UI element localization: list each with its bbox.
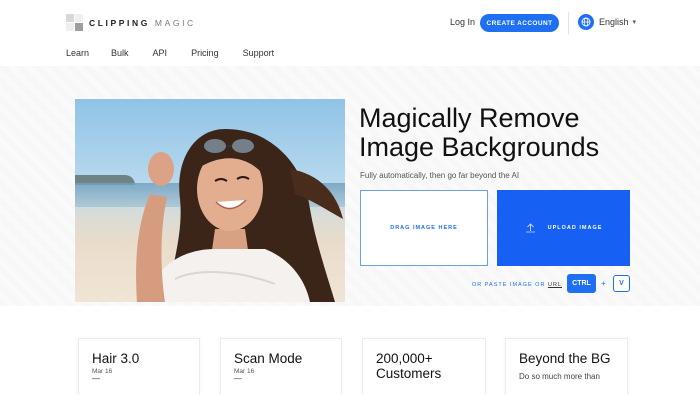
page: CLIPPING MAGIC Log In CREATE ACCOUNT Eng…	[0, 0, 700, 395]
card-dash: —	[92, 374, 100, 383]
main-nav: Learn Bulk API Pricing Support	[66, 48, 298, 58]
create-account-button[interactable]: CREATE ACCOUNT	[480, 14, 559, 32]
card-title: 200,000+ Customers	[376, 351, 442, 381]
nav-item-bulk[interactable]: Bulk	[111, 48, 129, 58]
card-date: Mar 16	[92, 368, 113, 375]
ctrl-key-badge: CTRL	[567, 274, 596, 293]
drag-image-dropzone[interactable]: DRAG IMAGE HERE	[360, 190, 488, 266]
nav-item-pricing[interactable]: Pricing	[191, 48, 219, 58]
paste-text: OR PASTE IMAGE OR	[472, 282, 546, 288]
paste-hint: OR PASTE IMAGE OR URL	[472, 282, 562, 288]
logo-name-light: MAGIC	[154, 17, 196, 28]
card-title: Scan Mode	[234, 351, 303, 366]
logo-mark-icon	[66, 14, 83, 31]
drop-label: DRAG IMAGE HERE	[390, 225, 458, 231]
news-card[interactable]: Scan Mode Mar 16 —	[220, 338, 342, 395]
card-dash: —	[234, 374, 242, 383]
language-selector[interactable]: English ▾	[578, 14, 636, 30]
upload-label: UPLOAD IMAGE	[547, 225, 603, 231]
plus-sign: +	[601, 279, 606, 288]
v-key-badge: V	[613, 275, 630, 292]
upload-arrow-icon	[525, 222, 536, 235]
login-link[interactable]: Log In	[450, 17, 475, 27]
news-card[interactable]: Hair 3.0 Mar 16 —	[78, 338, 200, 395]
card-date: Mar 16	[234, 368, 255, 375]
chevron-down-icon: ▾	[632, 19, 637, 26]
logo-text: CLIPPING MAGIC	[89, 18, 196, 28]
upload-image-button[interactable]: UPLOAD IMAGE	[497, 190, 630, 266]
logo-name-bold: CLIPPING	[89, 17, 150, 28]
card-title: Hair 3.0	[92, 351, 140, 366]
hero-subtitle: Fully automatically, then go far beyond …	[360, 171, 520, 180]
news-card[interactable]: Beyond the BG Do so much more than	[505, 338, 628, 395]
paste-url-link[interactable]: URL	[548, 282, 562, 288]
woman-illustration	[136, 129, 343, 302]
globe-icon	[578, 14, 594, 30]
logo[interactable]: CLIPPING MAGIC	[66, 14, 196, 31]
nav-item-api[interactable]: API	[153, 48, 168, 58]
card-description: Do so much more than	[519, 372, 600, 381]
news-card[interactable]: 200,000+ Customers	[362, 338, 486, 395]
language-label: English	[599, 17, 629, 27]
hero-title: Magically Remove Image Backgrounds	[359, 103, 600, 162]
nav-item-support[interactable]: Support	[243, 48, 275, 58]
hero-photo	[75, 99, 345, 302]
header-divider	[568, 12, 569, 34]
header: CLIPPING MAGIC Log In CREATE ACCOUNT Eng…	[0, 0, 700, 44]
card-title: Beyond the BG	[519, 351, 611, 366]
nav-item-learn[interactable]: Learn	[66, 48, 89, 58]
